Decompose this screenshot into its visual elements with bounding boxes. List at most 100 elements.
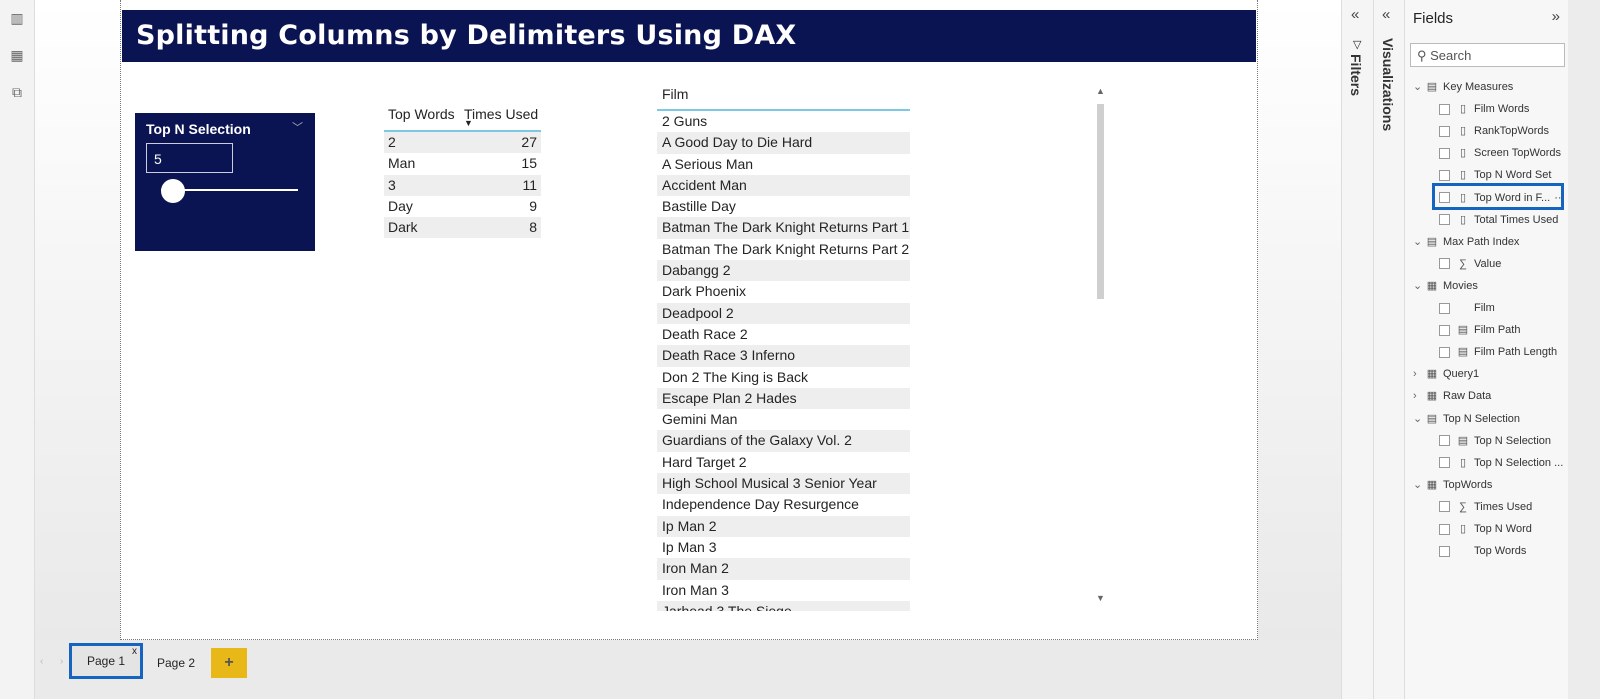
field-item[interactable]: ▤ Top N Selection: [1439, 430, 1551, 452]
table-row[interactable]: 2 Guns: [657, 111, 910, 132]
top-n-slicer[interactable]: Top N Selection ﹀ 5: [135, 113, 315, 251]
table-row[interactable]: Hard Target 2: [657, 452, 910, 473]
field-item[interactable]: ∑ Value: [1439, 253, 1501, 275]
table-node[interactable]: ⌄ ▤ Top N Selection: [1413, 408, 1520, 430]
field-checkbox[interactable]: [1439, 169, 1450, 181]
table-row[interactable]: Don 2 The King is Back: [657, 367, 910, 388]
field-item[interactable]: ▯ Film Words: [1439, 98, 1529, 120]
table-row[interactable]: Escape Plan 2 Hades: [657, 387, 910, 410]
table-row[interactable]: Gemini Man: [657, 409, 910, 430]
field-checkbox[interactable]: [1439, 501, 1450, 513]
add-page-button[interactable]: +: [211, 648, 247, 678]
visualizations-label[interactable]: Visualizations: [1380, 38, 1396, 131]
fields-search-input[interactable]: ⚲ Search: [1410, 43, 1565, 67]
scrollbar-thumb[interactable]: [1097, 104, 1104, 299]
table-node[interactable]: › ▦ Query1: [1413, 363, 1479, 385]
collapse-icon[interactable]: «: [1382, 6, 1390, 23]
filters-label[interactable]: Filters: [1348, 54, 1364, 96]
table-row[interactable]: Ip Man 2: [657, 515, 910, 537]
slider-handle[interactable]: [161, 179, 185, 203]
table-row[interactable]: A Serious Man: [657, 154, 910, 175]
field-item[interactable]: Top Words: [1439, 540, 1526, 562]
field-item[interactable]: ▤ Film Path Length: [1439, 341, 1557, 363]
table-row[interactable]: Dabangg 2: [657, 260, 910, 282]
table-row[interactable]: Ip Man 3: [657, 537, 910, 558]
table-node[interactable]: ⌄ ▦ Movies: [1413, 275, 1478, 297]
field-item[interactable]: ▯ Top N Word: [1439, 518, 1532, 540]
field-checkbox[interactable]: [1439, 147, 1450, 159]
field-checkbox[interactable]: [1439, 457, 1450, 469]
table-row[interactable]: 3 11: [384, 174, 541, 196]
table-row[interactable]: High School Musical 3 Senior Year: [657, 473, 910, 495]
filters-pane[interactable]: « ▽ Filters: [1341, 0, 1373, 699]
table-row[interactable]: Bastille Day: [657, 196, 910, 217]
table-row[interactable]: Deadpool 2: [657, 302, 910, 324]
table-row[interactable]: Iron Man 3: [657, 580, 910, 601]
column-header-top-words[interactable]: Top Words: [388, 106, 455, 122]
field-checkbox[interactable]: [1439, 302, 1450, 314]
visualizations-pane[interactable]: « Visualizations: [1373, 0, 1404, 699]
field-checkbox[interactable]: [1439, 214, 1450, 226]
scroll-up-icon[interactable]: ▲: [1096, 86, 1105, 96]
table-row[interactable]: Dark Phoenix: [657, 281, 910, 302]
column-header-times-used[interactable]: Times Used: [464, 106, 538, 122]
field-checkbox[interactable]: [1439, 435, 1450, 447]
table-row[interactable]: Accident Man: [657, 174, 910, 197]
table-row[interactable]: A Good Day to Die Hard: [657, 132, 910, 154]
table-node[interactable]: ⌄ ▤ Max Path Index: [1413, 231, 1519, 253]
table-row[interactable]: Batman The Dark Knight Returns Part 2: [657, 239, 910, 260]
field-item[interactable]: ▤ Film Path: [1439, 319, 1520, 341]
table-node[interactable]: ⌄ ▦ TopWords: [1413, 474, 1492, 496]
field-item[interactable]: ▯ RankTopWords: [1439, 120, 1549, 142]
right-edge: [1568, 0, 1600, 699]
film-table-scrollbar[interactable]: ▲ ▼: [1096, 82, 1105, 605]
field-item[interactable]: ▯ Total Times Used: [1439, 209, 1558, 231]
table-row[interactable]: Death Race 3 Inferno: [657, 345, 910, 367]
table-row[interactable]: Death Race 2: [657, 324, 910, 345]
report-view-icon[interactable]: ▥: [9, 10, 25, 26]
table-row[interactable]: Guardians of the Galaxy Vol. 2: [657, 430, 910, 452]
table-icon: ▦: [1426, 390, 1438, 403]
table-node[interactable]: ⌄ ▤ Key Measures: [1413, 76, 1513, 98]
field-checkbox[interactable]: [1439, 324, 1450, 336]
field-item[interactable]: ▯ Top N Selection ...: [1439, 452, 1563, 474]
chevron-down-icon[interactable]: ⌄: [1413, 231, 1425, 253]
model-view-icon[interactable]: ⧉: [9, 84, 25, 100]
table-row[interactable]: Batman The Dark Knight Returns Part 1: [657, 217, 910, 239]
chevron-down-icon[interactable]: ⌄: [1413, 76, 1425, 98]
slicer-value-input[interactable]: 5: [146, 143, 233, 173]
collapse-icon[interactable]: «: [1351, 6, 1359, 23]
field-checkbox[interactable]: [1439, 346, 1450, 358]
table-row[interactable]: Dark 8: [384, 217, 541, 239]
next-page-icon[interactable]: ›: [60, 656, 63, 667]
scroll-down-icon[interactable]: ▼: [1096, 593, 1105, 603]
field-item[interactable]: ∑ Times Used: [1439, 496, 1532, 518]
field-checkbox[interactable]: [1439, 103, 1450, 115]
close-icon[interactable]: x: [132, 637, 137, 667]
field-item[interactable]: Film: [1439, 297, 1495, 319]
chevron-down-icon[interactable]: ⌄: [1413, 408, 1425, 430]
field-checkbox[interactable]: [1439, 545, 1450, 557]
chevron-right-icon[interactable]: ›: [1413, 363, 1425, 385]
table-row[interactable]: Independence Day Resurgence: [657, 494, 910, 515]
prev-page-icon[interactable]: ‹: [40, 656, 43, 667]
field-checkbox[interactable]: [1439, 125, 1450, 137]
table-row[interactable]: Iron Man 2: [657, 558, 910, 580]
expand-icon[interactable]: »: [1552, 8, 1560, 25]
field-item[interactable]: ▯ Screen TopWords: [1439, 142, 1561, 164]
table-row[interactable]: Jarhead 3 The Siege: [657, 600, 910, 611]
field-checkbox[interactable]: [1439, 523, 1450, 535]
table-row[interactable]: Day 9: [384, 196, 541, 217]
data-view-icon[interactable]: ▦: [9, 47, 25, 63]
column-header-film[interactable]: Film: [657, 82, 910, 111]
table-row[interactable]: 2 27: [384, 132, 541, 154]
chevron-down-icon[interactable]: ⌄: [1413, 474, 1425, 496]
field-checkbox[interactable]: [1439, 258, 1450, 270]
tab-page-2[interactable]: Page 2: [145, 648, 207, 678]
table-row[interactable]: Man 15: [384, 153, 541, 174]
chevron-down-icon[interactable]: ﹀: [292, 119, 303, 135]
chevron-right-icon[interactable]: ›: [1413, 385, 1425, 407]
table-node[interactable]: › ▦ Raw Data: [1413, 385, 1491, 407]
tab-page-1[interactable]: Page 1 x: [69, 643, 143, 679]
chevron-down-icon[interactable]: ⌄: [1413, 275, 1425, 297]
